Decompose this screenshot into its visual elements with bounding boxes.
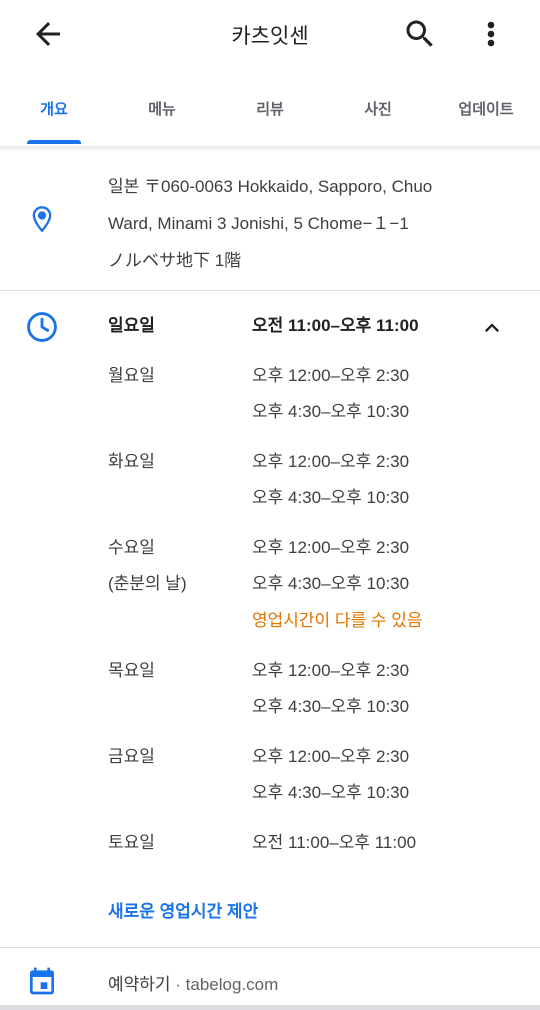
reservation-source: tabelog.com: [185, 975, 279, 994]
hours-saturday-1: 오전 11:00–오후 11:00: [252, 833, 417, 852]
hours-wednesday-2: 오후 4:30–오후 10:30: [252, 574, 410, 593]
reservation-label: 예약하기: [108, 975, 171, 994]
hours-thursday-1: 오후 12:00–오후 2:30: [252, 661, 410, 680]
calendar-icon: [26, 964, 58, 1003]
hours-friday-1: 오후 12:00–오후 2:30: [252, 747, 410, 766]
bottom-divider: [0, 1005, 540, 1010]
hours-tuesday-1: 오후 12:00–오후 2:30: [252, 452, 410, 471]
today-hours: 오전 11:00–오후 11:00: [252, 316, 419, 335]
address-line-2: Ward, Minami 3 Jonishi, 5 Chome−１−1: [108, 214, 409, 233]
hours-friday-2: 오후 4:30–오후 10:30: [252, 783, 410, 802]
holiday-note: (춘분의 날): [108, 574, 187, 593]
chevron-up-icon[interactable]: [478, 314, 506, 347]
day-label-saturday: 토요일: [108, 833, 155, 852]
address-line-1: 일본 〒060-0063 Hokkaido, Sapporo, Chuo: [108, 177, 433, 196]
tab-menu[interactable]: 메뉴: [108, 70, 216, 146]
hours-warning: 영업시간이 다를 수 있음: [252, 611, 423, 630]
today-day: 일요일: [108, 316, 155, 335]
clock-icon: [25, 310, 59, 349]
page-title: 카츠잇센: [231, 25, 309, 48]
suggest-hours-link[interactable]: 새로운 영업시간 제안: [108, 897, 258, 922]
divider: [0, 290, 540, 291]
reservation-separator: ·: [170, 975, 186, 994]
tab-shadow: [0, 146, 540, 152]
reservation-text: 예약하기 · tabelog.com: [108, 970, 278, 995]
hours-wednesday-1: 오후 12:00–오후 2:30: [252, 538, 410, 557]
day-label-monday: 월요일: [108, 366, 155, 385]
tab-reviews[interactable]: 리뷰: [216, 70, 324, 146]
address-line-3: ノルベサ地下 1階: [108, 251, 242, 270]
tab-photos[interactable]: 사진: [324, 70, 432, 146]
hours-monday-2: 오후 4:30–오후 10:30: [252, 402, 410, 421]
divider: [0, 947, 540, 948]
search-icon[interactable]: [402, 16, 438, 52]
day-label-thursday: 목요일: [108, 661, 155, 680]
day-label-tuesday: 화요일: [108, 452, 155, 471]
tab-overview[interactable]: 개요: [0, 70, 108, 146]
day-label-friday: 금요일: [108, 747, 155, 766]
hours-monday-1: 오후 12:00–오후 2:30: [252, 366, 410, 385]
more-options-icon[interactable]: [476, 16, 506, 52]
top-app-bar: 카츠잇센: [0, 0, 540, 70]
location-pin-icon: [28, 202, 56, 241]
day-label-wednesday: 수요일: [108, 538, 155, 557]
tab-updates[interactable]: 업데이트: [432, 70, 540, 146]
tab-bar: 개요 메뉴 리뷰 사진 업데이트: [0, 70, 540, 147]
active-tab-indicator: [27, 140, 81, 144]
hours-tuesday-2: 오후 4:30–오후 10:30: [252, 488, 410, 507]
hours-thursday-2: 오후 4:30–오후 10:30: [252, 697, 410, 716]
